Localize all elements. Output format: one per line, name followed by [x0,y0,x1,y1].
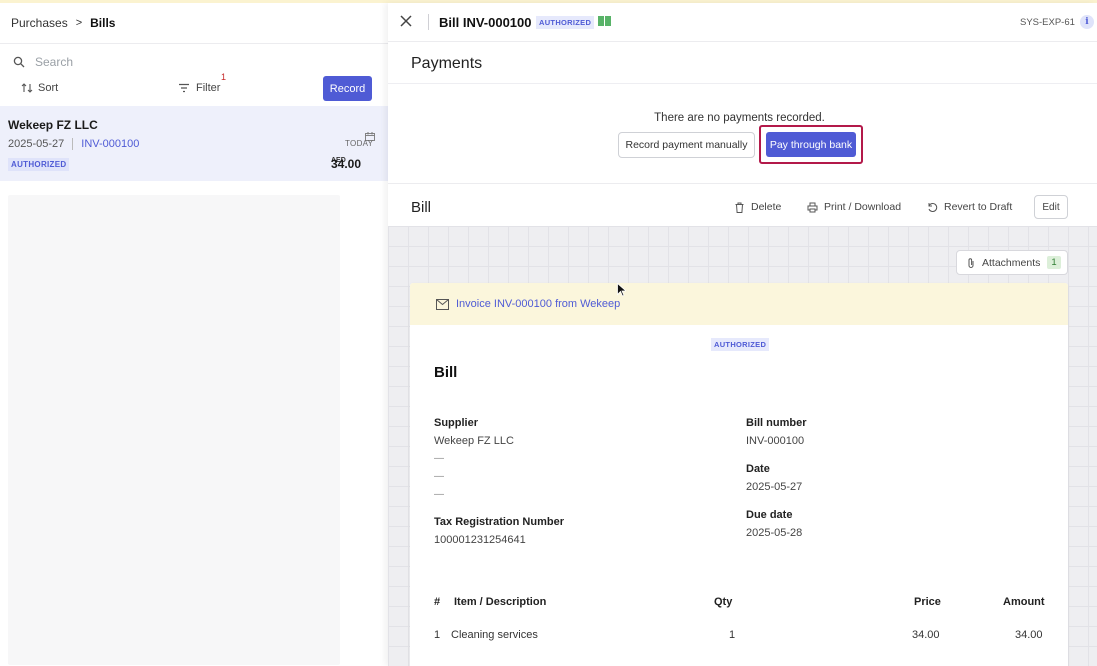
record-payment-manually-button[interactable]: Record payment manually [618,132,755,158]
record-button[interactable]: Record [323,76,372,101]
info-icon[interactable]: i [1080,15,1094,29]
column-header-item: Item / Description [454,596,547,608]
column-header-price: Price [914,596,941,608]
filter-label: Filter [196,82,221,94]
status-badge: AUTHORIZED [8,158,70,171]
close-icon[interactable] [399,14,413,28]
delete-button[interactable]: Delete [734,201,781,213]
divider [72,138,74,150]
pay-through-bank-button[interactable]: Pay through bank [766,132,856,157]
revert-icon [928,202,938,212]
page-title: Bill INV-000100 [439,15,532,30]
filter-icon [179,83,189,93]
supplier-address-line: — [434,453,444,464]
breadcrumb-bills: Bills [90,16,116,30]
date-label: Date [746,463,770,475]
filter-button[interactable]: Filter 1 [178,72,226,94]
mouse-cursor-icon [617,283,626,297]
search-input[interactable]: Search [13,55,73,69]
supplier-address-line: — [434,471,444,482]
document-title: Bill [434,364,458,381]
column-header-num: # [434,596,441,608]
filter-count-badge: 1 [221,72,227,82]
due-label: TODAY [345,139,374,148]
line-price: 34.00 [912,629,940,641]
printer-icon [807,202,818,212]
attachments-button[interactable]: Attachments 1 [956,250,1068,275]
highlight-box: Pay through bank [759,125,863,164]
amount-value: 34.00 [331,157,362,171]
line-qty: 1 [729,629,736,641]
attachments-count: 1 [1047,256,1061,269]
envelope-icon [436,298,449,310]
date-value: 2025-05-27 [746,481,803,493]
line-number: 1 [434,629,441,641]
bill-number-label: Bill number [746,417,807,429]
sort-button[interactable]: Sort [21,82,58,94]
column-header-amount: Amount [1003,596,1045,608]
section-title: Payments [411,55,483,72]
payments-section: Payments There are no payments recorded.… [388,41,1097,183]
due-date-label: Due date [746,509,793,521]
list-toolbar: Sort Filter 1 Record [0,72,388,102]
line-amount: 34.00 [1015,629,1043,641]
status-badge: AUTHORIZED [711,338,770,351]
empty-list-area [8,195,340,665]
document-canvas: Attachments 1 Invoice INV-000100 from We… [388,226,1097,666]
bill-number: INV-000100 [81,138,140,150]
supplier-address-line: — [434,489,444,500]
line-description: Cleaning services [451,629,538,641]
column-header-qty: Qty [714,596,733,608]
status-badge: AUTHORIZED [536,16,595,29]
revert-label: Revert to Draft [944,201,1013,213]
book-icon [598,16,611,26]
sort-label: Sort [38,82,59,94]
sort-icon [21,83,33,93]
trash-icon [735,202,744,213]
delete-label: Delete [751,201,782,213]
detail-header: Bill INV-000100 AUTHORIZED SYS-EXP-61 i [388,3,1097,41]
attachments-label: Attachments [982,256,1041,269]
invoice-email-banner[interactable]: Invoice INV-000100 from Wekeep [410,283,1068,325]
divider [428,14,429,30]
search-icon [13,56,25,68]
bill-supplier: Wekeep FZ LLC [8,118,98,132]
trn-value: 100001231254641 [434,534,526,546]
bill-date: 2025-05-27 [8,138,65,150]
supplier-name: Wekeep FZ LLC [434,435,514,447]
supplier-label: Supplier [434,417,479,429]
breadcrumb: Purchases > Bills [0,3,388,44]
section-title: Bill [411,199,432,216]
bill-list-panel: Purchases > Bills Search Sort Filter 1 R… [0,3,388,666]
trn-label: Tax Registration Number [434,516,564,528]
due-date-value: 2025-05-28 [746,527,803,539]
bill-actions-bar: Bill Delete Print / Download Revert to D… [388,183,1097,226]
system-code: SYS-EXP-61 [1020,17,1075,28]
chevron-right-icon: > [75,17,83,29]
search-placeholder: Search [35,55,74,69]
bill-amount: AED 34.00 [331,157,361,171]
print-label: Print / Download [824,201,902,213]
divider [388,83,1097,84]
paperclip-icon [968,257,974,268]
bill-number-value: INV-000100 [746,435,805,447]
list-item[interactable]: Wekeep FZ LLC 2025-05-27 INV-000100 AUTH… [0,106,388,181]
bill-meta: 2025-05-27 INV-000100 [8,138,139,150]
bill-detail-panel: Bill INV-000100 AUTHORIZED SYS-EXP-61 i … [388,3,1097,666]
banner-link[interactable]: Invoice INV-000100 from Wekeep [456,298,620,310]
bill-document: Invoice INV-000100 from Wekeep AUTHORIZE… [410,283,1068,666]
edit-button[interactable]: Edit [1034,195,1068,219]
empty-state-text: There are no payments recorded. [654,112,825,124]
revert-to-draft-button[interactable]: Revert to Draft [927,201,1012,213]
print-download-button[interactable]: Print / Download [807,201,901,213]
breadcrumb-purchases[interactable]: Purchases [11,16,68,30]
